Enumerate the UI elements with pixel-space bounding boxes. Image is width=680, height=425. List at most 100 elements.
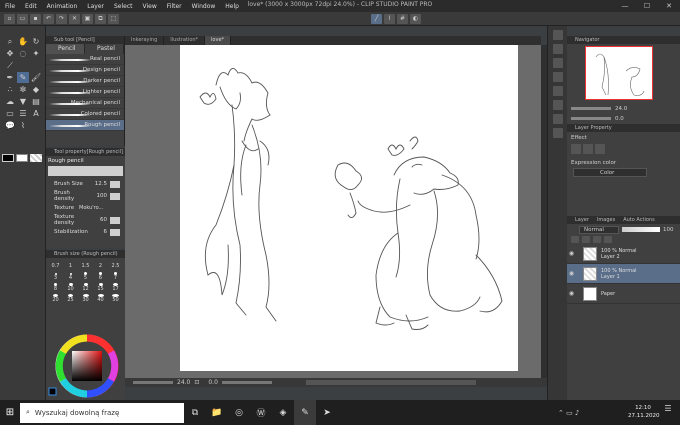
menu-file[interactable]: File xyxy=(0,3,20,10)
gradient-icon[interactable]: ▤ xyxy=(30,96,42,107)
clip-studio-taskbar-icon[interactable]: ✎ xyxy=(294,400,316,425)
open-file-icon[interactable]: ▭ xyxy=(17,13,28,24)
brush-size-option[interactable]: 17 xyxy=(108,283,123,292)
blend-mode-select[interactable]: Normal xyxy=(579,225,619,234)
layer-row-layer-1[interactable]: ◉ 100 % Normal Layer 1 xyxy=(567,264,680,284)
menu-filter[interactable]: Filter xyxy=(162,3,187,10)
fill-icon[interactable]: ▣ xyxy=(82,13,93,24)
brush-size-option[interactable]: 1.5 xyxy=(78,261,93,270)
panel-toggle-icon[interactable] xyxy=(552,30,563,40)
balloon-icon[interactable]: 💬 xyxy=(4,120,16,131)
clip-icon[interactable] xyxy=(582,236,590,243)
new-file-icon[interactable]: ▫ xyxy=(4,13,15,24)
drawing-canvas[interactable] xyxy=(180,45,518,371)
snap-grid-icon[interactable]: # xyxy=(397,13,408,24)
brush-size-option[interactable]: 1 xyxy=(63,261,78,270)
brush-real-pencil[interactable]: Real pencil xyxy=(46,54,124,65)
brush-lighter-pencil[interactable]: Lighter pencil xyxy=(46,87,124,98)
airbrush-icon[interactable]: ∴ xyxy=(4,84,16,95)
selection-icon[interactable]: ⬚ xyxy=(108,13,119,24)
slider-bar[interactable] xyxy=(110,180,120,188)
undo-icon[interactable]: ↶ xyxy=(43,13,54,24)
decoration-icon[interactable]: ✼ xyxy=(17,84,29,95)
menu-animation[interactable]: Animation xyxy=(42,3,83,10)
doc-tab-ilustration[interactable]: Ilustration* xyxy=(164,36,206,45)
panel-toggle-icon[interactable] xyxy=(552,58,563,68)
brush-size-option[interactable]: 7 xyxy=(108,272,123,281)
menu-window[interactable]: Window xyxy=(187,3,221,10)
pencil-icon[interactable]: ✎ xyxy=(17,72,29,83)
minimize-icon[interactable]: — xyxy=(614,0,636,12)
game-app-icon[interactable]: ◈ xyxy=(272,400,294,425)
texture-row[interactable]: Texture Moku'ro... xyxy=(46,202,125,214)
navigator-zoom-slider[interactable] xyxy=(571,107,611,110)
assist-icon[interactable]: ◐ xyxy=(410,13,421,24)
tab-pastel[interactable]: Pastel xyxy=(85,44,124,54)
transparent-color-swatch[interactable] xyxy=(30,154,42,162)
effect-tone-icon[interactable] xyxy=(583,144,593,154)
snap-special-ruler-icon[interactable]: ⌇ xyxy=(384,13,395,24)
file-explorer-icon[interactable]: 📁 xyxy=(206,400,228,425)
navigator-angle-slider[interactable] xyxy=(571,117,611,120)
sub-color-swatch[interactable] xyxy=(16,154,28,162)
transform-icon[interactable]: ⧉ xyxy=(95,13,106,24)
texture-density-row[interactable]: Texture density 60 xyxy=(46,214,125,226)
clear-icon[interactable]: ✕ xyxy=(69,13,80,24)
taskbar-search-box[interactable]: ⌕ Wyszukaj dowolną frazę xyxy=(20,402,184,423)
task-view-icon[interactable]: ⧉ xyxy=(184,400,206,425)
brush-size-option[interactable]: 12 xyxy=(78,283,93,292)
navigator-zoom-value[interactable]: 24.0 xyxy=(615,106,627,112)
panel-toggle-icon[interactable] xyxy=(552,128,563,138)
menu-view[interactable]: View xyxy=(138,3,162,10)
wacom-icon[interactable]: Ⓦ xyxy=(250,400,272,425)
brush-size-option[interactable]: 20 xyxy=(48,294,63,303)
effect-color-icon[interactable] xyxy=(595,144,605,154)
lock-icon[interactable] xyxy=(571,236,579,243)
opacity-value[interactable]: 100 xyxy=(663,227,674,233)
menu-layer[interactable]: Layer xyxy=(82,3,109,10)
panel-toggle-icon[interactable] xyxy=(552,114,563,124)
move-icon[interactable]: ✥ xyxy=(4,48,16,59)
tab-layer[interactable]: Layer xyxy=(575,216,589,224)
layer-row-layer-2[interactable]: ◉ 100 % Normal Layer 2 xyxy=(567,244,680,264)
eye-icon[interactable]: ◉ xyxy=(567,290,576,297)
navigator-angle-value[interactable]: 0.0 xyxy=(615,116,624,122)
hand-icon[interactable]: ✋ xyxy=(17,36,29,47)
brush-size-option[interactable]: 50 xyxy=(108,294,123,303)
correct-line-icon[interactable]: ⌇ xyxy=(17,120,29,131)
brush-colored-pencil[interactable]: Colored pencil xyxy=(46,109,124,120)
slider-bar[interactable] xyxy=(110,216,120,224)
brush-size-option[interactable]: 5 xyxy=(78,272,93,281)
effect-border-icon[interactable] xyxy=(571,144,581,154)
zoom-icon[interactable]: ⌕ xyxy=(4,36,16,47)
brush-size-option[interactable]: 10 xyxy=(63,283,78,292)
brush-size-option[interactable]: 2.5 xyxy=(108,261,123,270)
tab-auto-actions[interactable]: Auto Actions xyxy=(623,216,654,224)
brush-size-option[interactable]: 4 xyxy=(63,272,78,281)
zoom-value[interactable]: 24.0 xyxy=(177,379,190,386)
opacity-slider[interactable] xyxy=(622,227,660,232)
rotate-icon[interactable]: ↻ xyxy=(30,36,42,47)
main-color-swatch[interactable] xyxy=(2,154,14,162)
zoom-slider[interactable] xyxy=(133,381,173,384)
angle-slider[interactable] xyxy=(221,381,272,384)
blend-icon[interactable]: ☁ xyxy=(4,96,16,107)
fill-bucket-icon[interactable]: ▼ xyxy=(17,96,29,107)
layer-row-paper[interactable]: ◉ Paper xyxy=(567,284,680,304)
expression-color-select[interactable]: Color xyxy=(573,168,647,177)
color-wheel[interactable] xyxy=(46,332,125,400)
system-tray-icons[interactable]: ⌃ ▭ ♪ xyxy=(558,409,579,417)
windows-start-icon[interactable]: ⊞ xyxy=(0,400,20,425)
brush-size-option[interactable]: 3 xyxy=(48,272,63,281)
brush-rough-pencil[interactable]: Rough pencil xyxy=(46,120,124,131)
notifications-icon[interactable]: ☰ xyxy=(662,404,674,420)
menu-edit[interactable]: Edit xyxy=(20,3,42,10)
fit-icon[interactable]: ⊡ xyxy=(194,379,204,386)
brush-size-option[interactable]: 40 xyxy=(93,294,108,303)
brush-design-pencil[interactable]: Design pencil xyxy=(46,65,124,76)
brush-darker-pencil[interactable]: Darker pencil xyxy=(46,76,124,87)
taskbar-clock[interactable]: 12:10 27.11.2020 xyxy=(628,404,660,420)
doc-tab-inkeraying[interactable]: Inkeraying xyxy=(125,36,165,45)
tab-pencil[interactable]: Pencil xyxy=(46,44,85,54)
brush-size-option[interactable]: 8 xyxy=(48,283,63,292)
